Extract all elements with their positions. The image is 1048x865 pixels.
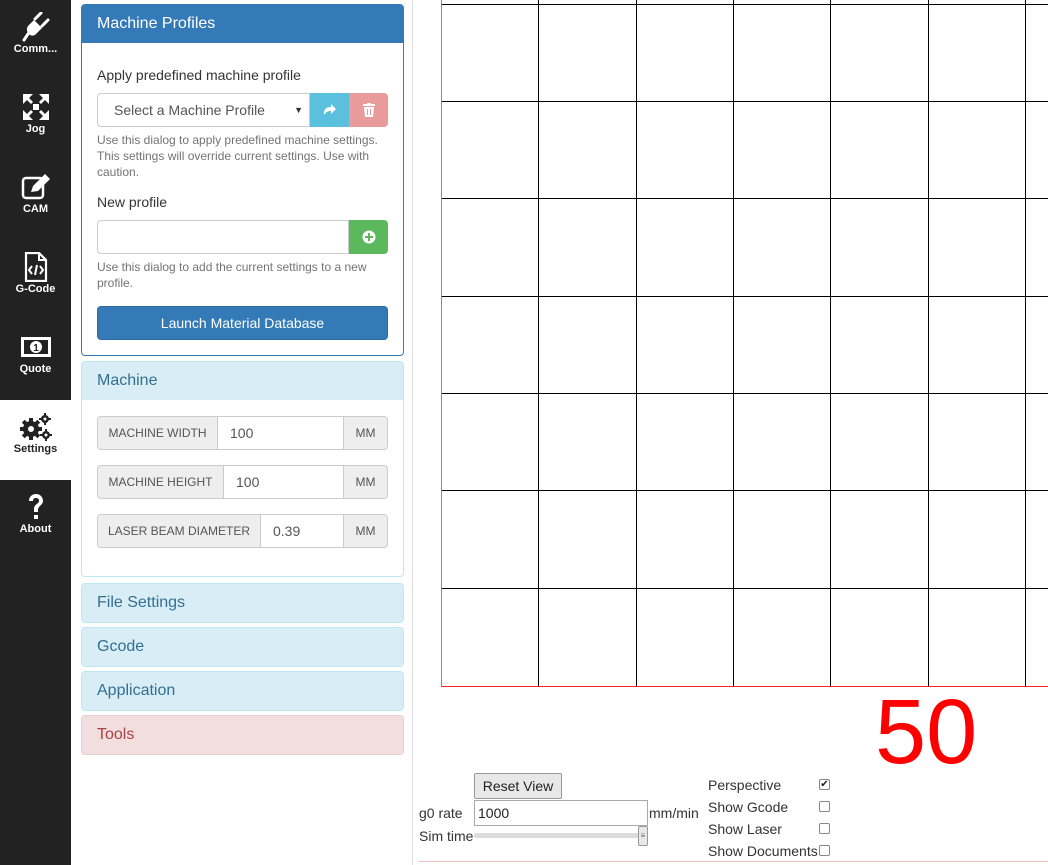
show-documents-label: Show Documents — [708, 843, 818, 859]
gears-icon — [0, 412, 71, 442]
share-icon — [323, 104, 336, 115]
reset-view-button[interactable]: Reset View — [474, 773, 562, 799]
panel-title[interactable]: Application — [82, 672, 403, 710]
machine-width-group: MACHINE WIDTH 100 MM — [97, 416, 388, 450]
code-file-icon — [0, 252, 71, 282]
apply-profile-button[interactable] — [310, 93, 349, 127]
nav-item-jog[interactable]: Jog — [0, 80, 71, 160]
show-gcode-checkbox[interactable] — [819, 801, 830, 812]
nav-item-quote[interactable]: 1 Quote — [0, 320, 71, 400]
slider-handle[interactable]: ≡ — [638, 826, 648, 846]
tools-panel[interactable]: Tools — [81, 715, 404, 755]
plus-circle-icon — [362, 230, 375, 244]
nav-label: CAM — [22, 203, 49, 215]
apply-profile-help: Use this dialog to apply predefined mach… — [97, 133, 378, 179]
application-panel[interactable]: Application — [81, 671, 404, 711]
panel-title[interactable]: Gcode — [82, 628, 403, 666]
machine-width-input[interactable]: 100 — [218, 416, 343, 450]
machine-profile-select[interactable]: Select a Machine Profile ▼ — [97, 93, 310, 127]
side-navigation: Comm... Jog CAM G-Code 1 Quote Settings … — [0, 0, 71, 865]
grid-scale-label: 50 — [875, 681, 978, 783]
plug-icon — [0, 12, 71, 42]
show-documents-checkbox[interactable] — [819, 845, 830, 856]
nav-item-cam[interactable]: CAM — [0, 160, 71, 240]
nav-label: Comm... — [13, 43, 58, 55]
panel-title[interactable]: File Settings — [82, 584, 403, 622]
g0-rate-label: g0 rate — [419, 805, 463, 821]
sim-time-slider[interactable] — [474, 833, 648, 838]
unit-label: MM — [343, 416, 388, 450]
machine-panel: Machine MACHINE WIDTH 100 MM MACHINE HEI… — [81, 361, 404, 577]
panel-title[interactable]: Tools — [82, 716, 403, 754]
svg-text:1: 1 — [33, 343, 39, 354]
show-laser-checkbox[interactable] — [819, 823, 830, 834]
field-label: MACHINE WIDTH — [97, 416, 218, 450]
apply-profile-label: Apply predefined machine profile — [97, 67, 301, 83]
money-icon: 1 — [0, 332, 71, 362]
machine-height-input[interactable]: 100 — [224, 465, 343, 499]
panel-title[interactable]: Machine Profiles — [82, 5, 403, 43]
question-icon — [0, 492, 71, 522]
select-value: Select a Machine Profile — [114, 102, 265, 118]
field-label: LASER BEAM DIAMETER — [97, 514, 261, 548]
unit-label: MM — [343, 465, 388, 499]
unit-label: MM — [343, 514, 388, 548]
nav-item-comms[interactable]: Comm... — [0, 0, 71, 80]
panel-title[interactable]: Machine — [82, 362, 403, 400]
nav-label: G-Code — [15, 283, 56, 295]
nav-label: Jog — [25, 123, 46, 135]
field-label: MACHINE HEIGHT — [97, 465, 224, 499]
sim-time-label: Sim time — [419, 828, 474, 844]
workspace-grid[interactable] — [440, 0, 1048, 690]
nav-item-about[interactable]: About — [0, 480, 71, 560]
perspective-label: Perspective — [708, 777, 782, 793]
perspective-checkbox[interactable]: ✔ — [819, 779, 830, 790]
nav-label: Settings — [13, 443, 58, 455]
machine-height-group: MACHINE HEIGHT 100 MM — [97, 465, 388, 499]
add-profile-button[interactable] — [349, 220, 388, 254]
chevron-down-icon: ▼ — [294, 105, 303, 115]
nav-item-gcode[interactable]: G-Code — [0, 240, 71, 320]
show-gcode-label: Show Gcode — [708, 799, 789, 815]
3d-viewer[interactable]: 50 Reset View g0 rate 1000 mm/min Sim ti… — [412, 0, 1048, 865]
nav-label: About — [19, 523, 52, 535]
new-profile-label: New profile — [97, 194, 168, 210]
laser-beam-diameter-group: LASER BEAM DIAMETER 0.39 MM — [97, 514, 388, 548]
show-laser-label: Show Laser — [708, 821, 782, 837]
launch-material-database-button[interactable]: Launch Material Database — [97, 306, 388, 340]
arrows-icon — [0, 92, 71, 122]
delete-profile-button[interactable] — [349, 93, 388, 127]
gcode-panel[interactable]: Gcode — [81, 627, 404, 667]
nav-label: Quote — [19, 363, 52, 375]
new-profile-input[interactable] — [97, 220, 349, 254]
g0-rate-input[interactable]: 1000 — [474, 800, 648, 826]
g0-rate-unit: mm/min — [649, 805, 699, 821]
laser-beam-diameter-input[interactable]: 0.39 — [261, 514, 343, 548]
machine-profiles-panel: Machine Profiles Apply predefined machin… — [81, 4, 404, 356]
edit-icon — [0, 172, 71, 202]
new-profile-help: Use this dialog to add the current setti… — [97, 260, 367, 290]
divider — [419, 861, 1048, 862]
nav-item-settings[interactable]: Settings — [0, 400, 71, 480]
file-settings-panel[interactable]: File Settings — [81, 583, 404, 623]
trash-icon — [362, 103, 375, 117]
